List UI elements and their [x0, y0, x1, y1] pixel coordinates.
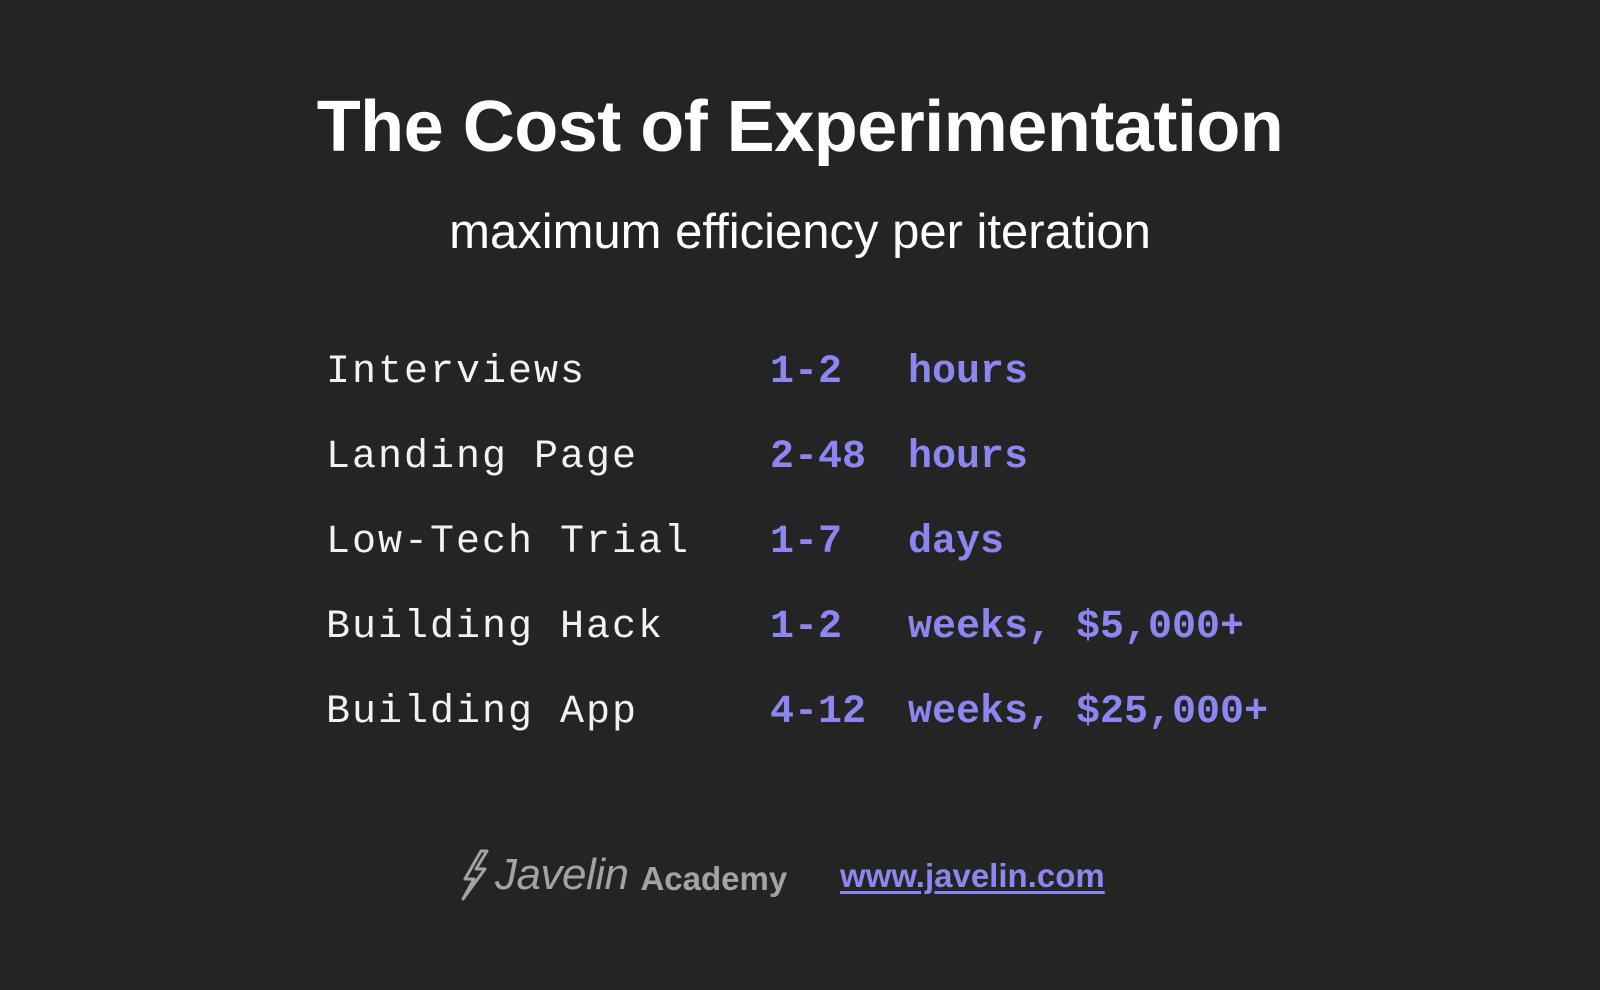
cost-row-interviews: Interviews 1-2 hours — [326, 345, 1366, 430]
cost-row-range: 1-7 — [770, 520, 843, 565]
cost-row-range: 4-12 — [770, 690, 867, 735]
cost-row-label: Building App — [326, 690, 639, 735]
cost-row-unit: weeks, $25,000+ — [908, 690, 1269, 735]
cost-row-unit: weeks, $5,000+ — [908, 605, 1245, 650]
footer: Javelin Academy — [457, 845, 787, 905]
cost-row-unit: hours — [908, 435, 1029, 480]
cost-row-range: 2-48 — [770, 435, 867, 480]
logo-wordmark: Javelin — [495, 850, 629, 899]
cost-row-unit: days — [908, 520, 1005, 565]
cost-row-low-tech-trial: Low-Tech Trial 1-7 days — [326, 515, 1366, 600]
slide: The Cost of Experimentation maximum effi… — [0, 0, 1600, 990]
website-link[interactable]: www.javelin.com — [840, 857, 1105, 895]
cost-row-unit: hours — [908, 350, 1029, 395]
cost-row-landing-page: Landing Page 2-48 hours — [326, 430, 1366, 515]
cost-row-label: Low-Tech Trial — [326, 520, 691, 565]
cost-row-label: Interviews — [326, 350, 587, 395]
cost-row-building-hack: Building Hack 1-2 weeks, $5,000+ — [326, 600, 1366, 685]
cost-row-label: Landing Page — [326, 435, 639, 480]
lightning-bolt-icon — [461, 849, 489, 901]
cost-row-building-app: Building App 4-12 weeks, $25,000+ — [326, 685, 1366, 770]
logo-subtitle: Academy — [640, 860, 788, 897]
slide-title: The Cost of Experimentation — [316, 87, 1284, 167]
cost-row-range: 1-2 — [770, 605, 843, 650]
cost-row-label: Building Hack — [326, 605, 665, 650]
slide-subtitle: maximum efficiency per iteration — [449, 205, 1151, 259]
cost-list: Interviews 1-2 hours Landing Page 2-48 h… — [326, 345, 1366, 770]
javelin-academy-logo: Javelin Academy — [457, 849, 787, 901]
cost-row-range: 1-2 — [770, 350, 843, 395]
